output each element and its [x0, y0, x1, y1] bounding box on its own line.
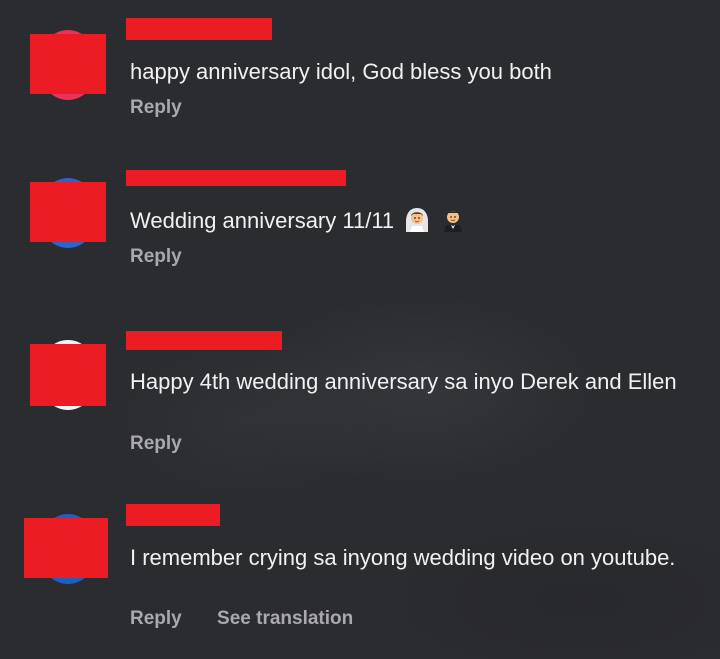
avatar-redaction — [30, 34, 106, 94]
avatar[interactable] — [24, 514, 108, 584]
avatar-redaction — [24, 518, 108, 578]
comment-text: happy anniversary idol, God bless you bo… — [130, 58, 700, 85]
username-redaction — [126, 170, 346, 186]
avatar-redaction — [30, 182, 106, 242]
comment-actions: Reply — [130, 97, 182, 119]
comment-actions: Reply See translation — [130, 608, 353, 630]
username-redaction — [126, 331, 282, 350]
comment-text: I remember crying sa inyong wedding vide… — [130, 544, 700, 571]
bride-with-veil-icon — [406, 208, 429, 232]
comment-text-body: Happy 4th wedding anniversary sa inyo De… — [130, 369, 677, 394]
groom-in-tuxedo-icon — [444, 211, 463, 232]
avatar-redaction — [30, 344, 106, 406]
comment-text: Wedding anniversary 11/11 — [130, 207, 700, 234]
comment-text-body: Wedding anniversary 11/11 — [130, 208, 395, 233]
reply-button[interactable]: Reply — [130, 433, 182, 454]
username-redaction — [126, 504, 220, 526]
comment-actions: Reply — [130, 433, 182, 455]
comment-text: Happy 4th wedding anniversary sa inyo De… — [130, 368, 700, 395]
see-translation-button[interactable]: See translation — [217, 608, 353, 629]
reply-button[interactable]: Reply — [130, 97, 182, 118]
comment-actions: Reply — [130, 246, 182, 268]
avatar[interactable] — [30, 178, 106, 248]
reply-button[interactable]: Reply — [130, 246, 182, 267]
reply-button[interactable]: Reply — [130, 608, 182, 629]
comment-text-body: happy anniversary idol, God bless you bo… — [130, 59, 552, 84]
avatar[interactable] — [30, 340, 106, 410]
comment-text-body: I remember crying sa inyong wedding vide… — [130, 545, 676, 570]
username-redaction — [126, 18, 272, 40]
avatar[interactable] — [30, 30, 106, 100]
